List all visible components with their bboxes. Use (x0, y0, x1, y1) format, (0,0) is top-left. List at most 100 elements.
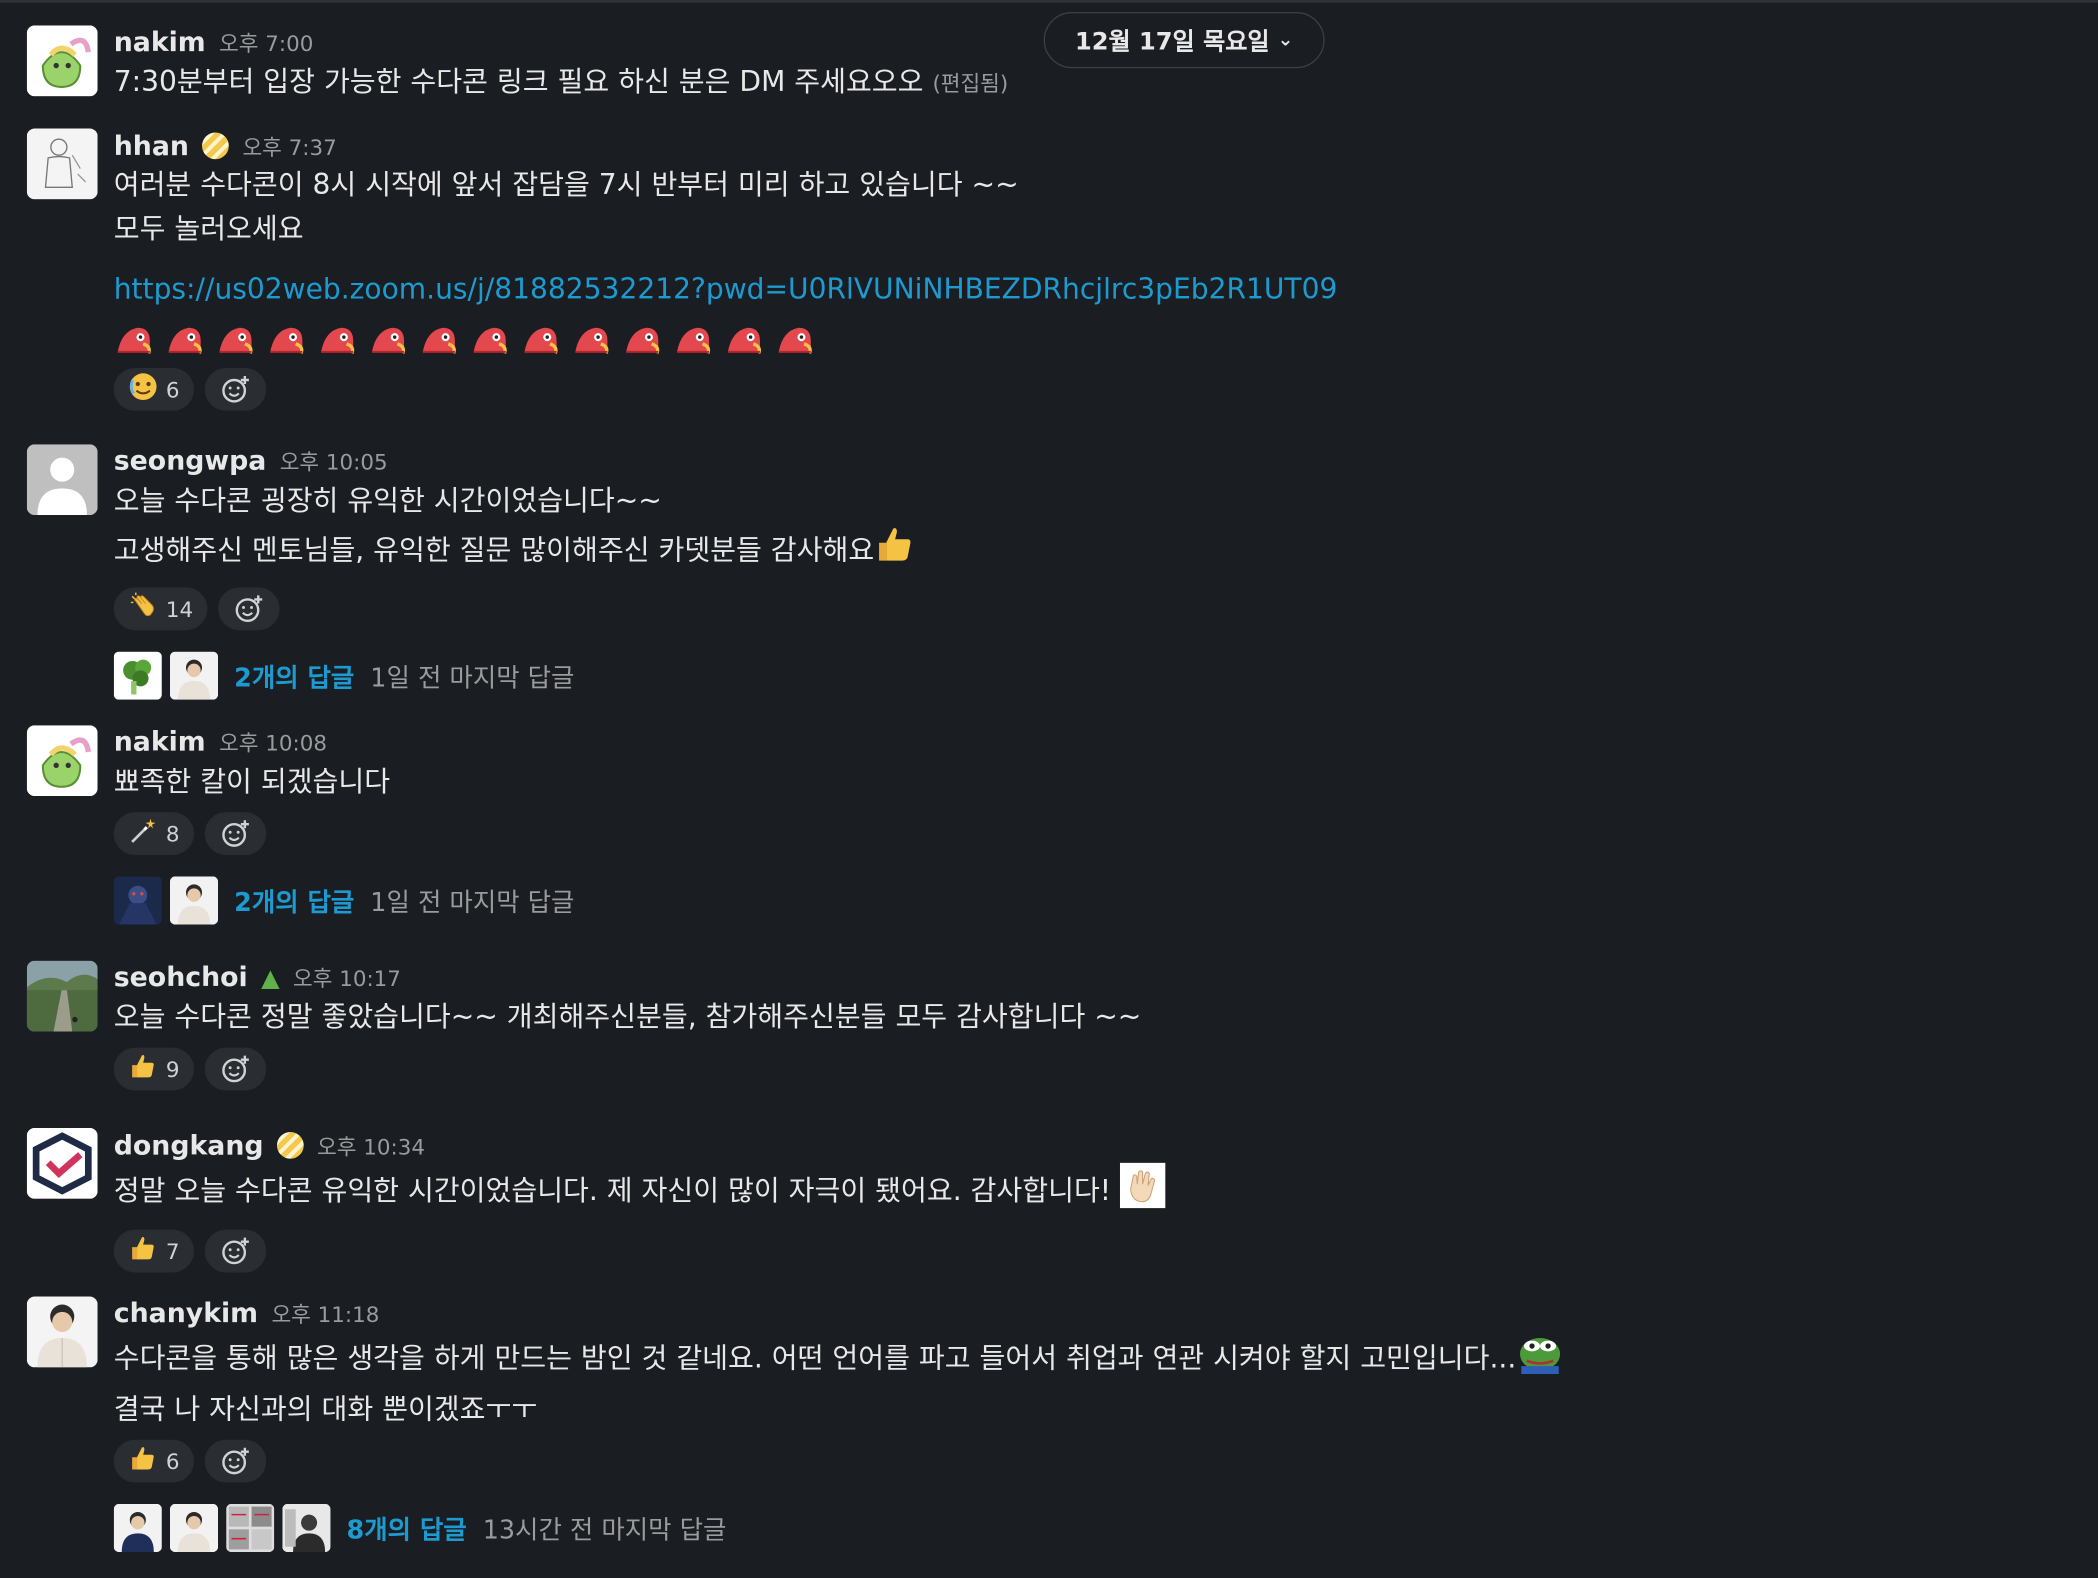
status-badge-icon (276, 1131, 304, 1159)
username[interactable]: seohchoi (114, 961, 248, 993)
thread-last-reply: 1일 전 마지막 답글 (370, 662, 575, 693)
add-emoji-icon (222, 1237, 250, 1265)
message-text: 정말 오늘 수다콘 유익한 시간이었습니다. 제 자신이 많이 자극이 됐어요.… (113, 1174, 1112, 1207)
add-emoji-icon (236, 595, 263, 623)
reaction-button[interactable]: 7 (113, 1229, 195, 1273)
message-text: 결국 나 자신과의 대화 뿐이겠죠ㅜㅜ (113, 1392, 538, 1425)
waving-hand-icon (1120, 1162, 1166, 1222)
timestamp[interactable]: 오후 10:08 (219, 725, 327, 757)
username[interactable]: nakim (114, 725, 206, 757)
timestamp[interactable]: 오후 11:18 (271, 1297, 379, 1329)
party-parrot-row (114, 320, 2098, 360)
thumbs-up-icon (128, 1443, 157, 1479)
message-text: 뾰족한 칼이 되겠습니다 (113, 765, 391, 798)
message-text: 7:30분부터 입장 가능한 수다콘 링크 필요 하신 분은 DM 주세요오오 (113, 65, 924, 98)
reaction-count: 6 (165, 376, 180, 403)
reply-avatar (226, 1503, 275, 1553)
magic-wand-icon (128, 816, 157, 852)
reaction-count: 8 (165, 820, 180, 847)
reaction-button[interactable]: 6 (113, 1439, 195, 1483)
avatar[interactable] (26, 725, 98, 797)
add-reaction-button[interactable] (204, 812, 267, 855)
zoom-link[interactable]: https://us02web.zoom.us/j/81882532212?pw… (114, 273, 1338, 305)
reaction-button[interactable]: 14 (113, 587, 208, 631)
party-parrot-icon (114, 322, 154, 357)
timestamp[interactable]: 오후 10:05 (280, 444, 388, 476)
message-text: 모두 놀러오세요 (113, 212, 304, 245)
timestamp[interactable]: 오후 7:37 (242, 130, 336, 162)
message-pane: 12월 17일 목요일 ⌄ nakim 오후 7:00 7:30분부터 입장 가… (0, 0, 2098, 1578)
username[interactable]: dongkang (114, 1129, 264, 1161)
reply-avatar (113, 1503, 162, 1553)
party-parrot-icon (165, 322, 205, 357)
thread-last-reply: 1일 전 마지막 답글 (370, 887, 575, 918)
pepe-frog-icon (1516, 1331, 1564, 1387)
reply-avatar (113, 876, 162, 925)
christmas-tree-icon: ▲ (261, 964, 280, 993)
party-parrot-icon (622, 322, 662, 357)
avatar[interactable] (26, 1296, 98, 1368)
party-parrot-icon (673, 322, 713, 357)
party-parrot-icon (368, 322, 408, 357)
status-badge-icon (202, 132, 230, 160)
party-parrot-icon (571, 322, 611, 357)
username[interactable]: hhan (114, 130, 189, 162)
party-parrot-icon (520, 322, 560, 357)
reply-avatar (169, 1503, 219, 1553)
add-emoji-icon (222, 820, 250, 847)
edited-label: (편집됨) (932, 70, 1009, 97)
add-reaction-button[interactable] (204, 367, 267, 411)
party-parrot-icon (266, 322, 306, 357)
avatar[interactable] (26, 128, 98, 200)
reaction-count: 6 (165, 1448, 180, 1474)
party-parrot-icon (775, 322, 815, 357)
message-text: 오늘 수다콘 굉장히 유익한 시간이었습니다~~ (113, 484, 662, 517)
avatar[interactable] (26, 25, 98, 97)
message-text: 오늘 수다콘 정말 좋았습니다~~ 개최해주신분들, 참가해주신분들 모두 감사… (113, 1000, 1142, 1033)
add-reaction-button[interactable] (204, 1047, 267, 1091)
avatar[interactable] (26, 1127, 98, 1199)
add-emoji-icon (222, 1055, 250, 1083)
timestamp[interactable]: 오후 7:00 (219, 25, 313, 57)
party-parrot-icon (724, 322, 764, 357)
party-parrot-icon (470, 322, 510, 357)
reply-avatar (282, 1503, 331, 1553)
party-parrot-icon (317, 322, 357, 357)
party-parrot-icon (419, 322, 459, 357)
username[interactable]: seongwpa (114, 444, 267, 476)
avatar[interactable] (26, 444, 98, 516)
party-parrot-icon (215, 322, 255, 357)
reply-avatar (169, 651, 219, 700)
thread-replies-link[interactable]: 2개의 답글 (234, 658, 354, 694)
thread-summary[interactable]: 2개의 답글 1일 전 마지막 답글 (113, 876, 2098, 925)
thumbs-up-icon (128, 1233, 157, 1269)
timestamp[interactable]: 오후 10:17 (293, 961, 401, 993)
add-reaction-button[interactable] (204, 1439, 267, 1483)
reply-avatar (113, 651, 162, 700)
thread-replies-link[interactable]: 2개의 답글 (234, 882, 354, 918)
thumbs-up-icon (874, 523, 917, 579)
reaction-count: 14 (165, 596, 194, 622)
username[interactable]: chanykim (114, 1297, 258, 1329)
slack-channel-view: 12월 17일 목요일 ⌄ nakim 오후 7:00 7:30분부터 입장 가… (0, 0, 2098, 1578)
message-text: 수다콘을 통해 많은 생각을 하게 만드는 밤인 것 같네요. 어떤 언어를 파… (113, 1342, 1517, 1375)
reaction-count: 9 (165, 1056, 180, 1082)
reaction-button[interactable]: 8 (113, 812, 195, 855)
thread-replies-link[interactable]: 8개의 답글 (347, 1510, 467, 1546)
thread-summary[interactable]: 2개의 답글 1일 전 마지막 답글 (113, 651, 2098, 700)
reply-avatar (169, 876, 219, 925)
add-reaction-button[interactable] (204, 1229, 267, 1273)
crying-laugh-icon (128, 371, 157, 407)
add-reaction-button[interactable] (218, 587, 281, 631)
add-emoji-icon (222, 1447, 250, 1475)
top-divider (0, 0, 2098, 3)
thread-summary[interactable]: 8개의 답글 13시간 전 마지막 답글 (113, 1503, 2098, 1553)
timestamp[interactable]: 오후 10:34 (317, 1129, 425, 1161)
message-text: 고생해주신 멘토님들, 유익한 질문 많이해주신 카뎃분들 감사해요 (113, 533, 875, 566)
avatar[interactable] (26, 960, 98, 1032)
thread-last-reply: 13시간 전 마지막 답글 (482, 1515, 727, 1545)
username[interactable]: nakim (114, 25, 206, 57)
clap-icon (128, 591, 157, 627)
reaction-button[interactable]: 6 (113, 367, 195, 411)
reaction-button[interactable]: 9 (113, 1047, 195, 1091)
